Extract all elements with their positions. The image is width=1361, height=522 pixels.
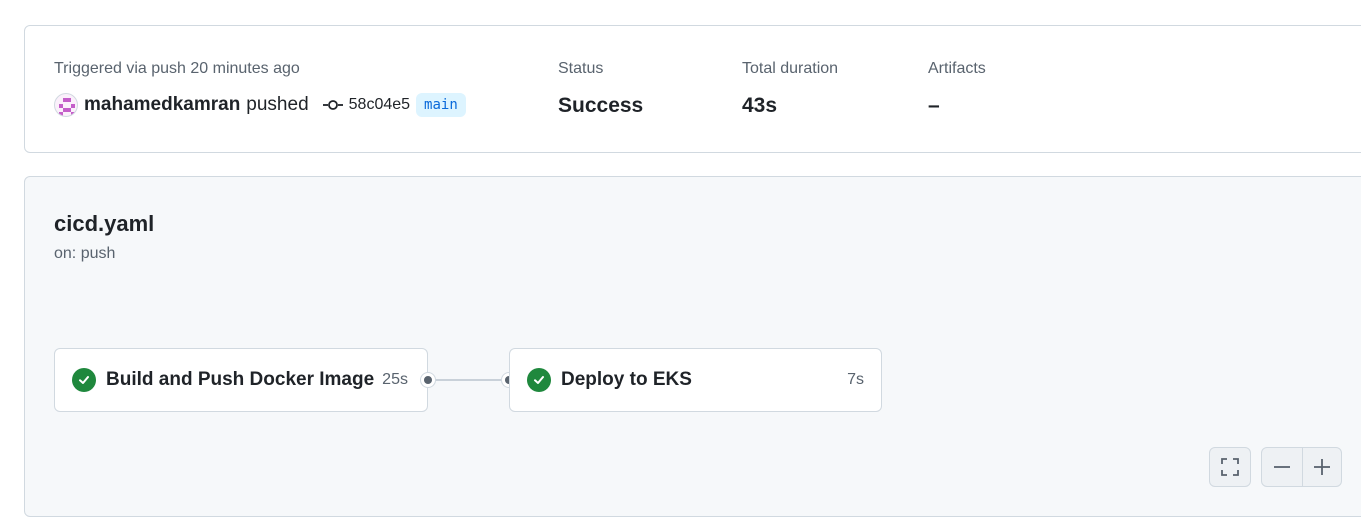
zoom-out-button[interactable] [1262,448,1302,486]
actor-link[interactable]: mahamedkamran [84,94,240,116]
commit-sha-link[interactable]: 58c04e5 [349,96,410,114]
workflow-graph-card: cicd.yaml on: push Build and Push Docker… [24,176,1361,517]
fullscreen-button[interactable] [1209,447,1251,487]
artifacts-label: Artifacts [928,60,986,77]
status-label: Status [558,60,604,77]
job-connector-line [435,379,509,381]
workflow-trigger: on: push [54,245,116,262]
trigger-row: mahamedkamran pushed 58c04e5 main [54,91,466,119]
git-commit-icon [322,100,343,110]
job-duration: 7s [847,371,864,388]
zoom-in-button[interactable] [1301,448,1342,486]
trigger-label: Triggered via push 20 minutes ago [54,60,300,77]
fullscreen-icon [1221,458,1239,476]
avatar[interactable] [54,93,78,117]
trigger-section: Triggered via push 20 minutes ago mahame… [54,59,466,119]
artifacts-section: Artifacts – [928,59,986,119]
job-card-build[interactable]: Build and Push Docker Image 25s [54,348,428,412]
artifacts-value: – [928,94,940,117]
success-check-icon [527,368,551,392]
status-section: Status Success [558,59,643,119]
success-check-icon [72,368,96,392]
run-summary-card: Triggered via push 20 minutes ago mahame… [24,25,1361,153]
zoom-controls [1261,447,1342,487]
job-name: Build and Push Docker Image [106,369,375,390]
duration-label: Total duration [742,60,839,77]
status-value: Success [558,94,644,117]
job-name: Deploy to EKS [561,369,692,390]
branch-badge[interactable]: main [416,93,466,117]
zoom-out-icon [1273,466,1290,468]
workflow-file-name: cicd.yaml [54,211,155,236]
action-text: pushed [246,94,309,115]
job-duration: 25s [382,371,408,388]
zoom-in-icon [1313,459,1330,475]
duration-section: Total duration 43s [742,59,838,119]
duration-value: 43s [742,94,778,117]
job-card-deploy[interactable]: Deploy to EKS 7s [509,348,882,412]
connector-out-dot [421,373,435,387]
